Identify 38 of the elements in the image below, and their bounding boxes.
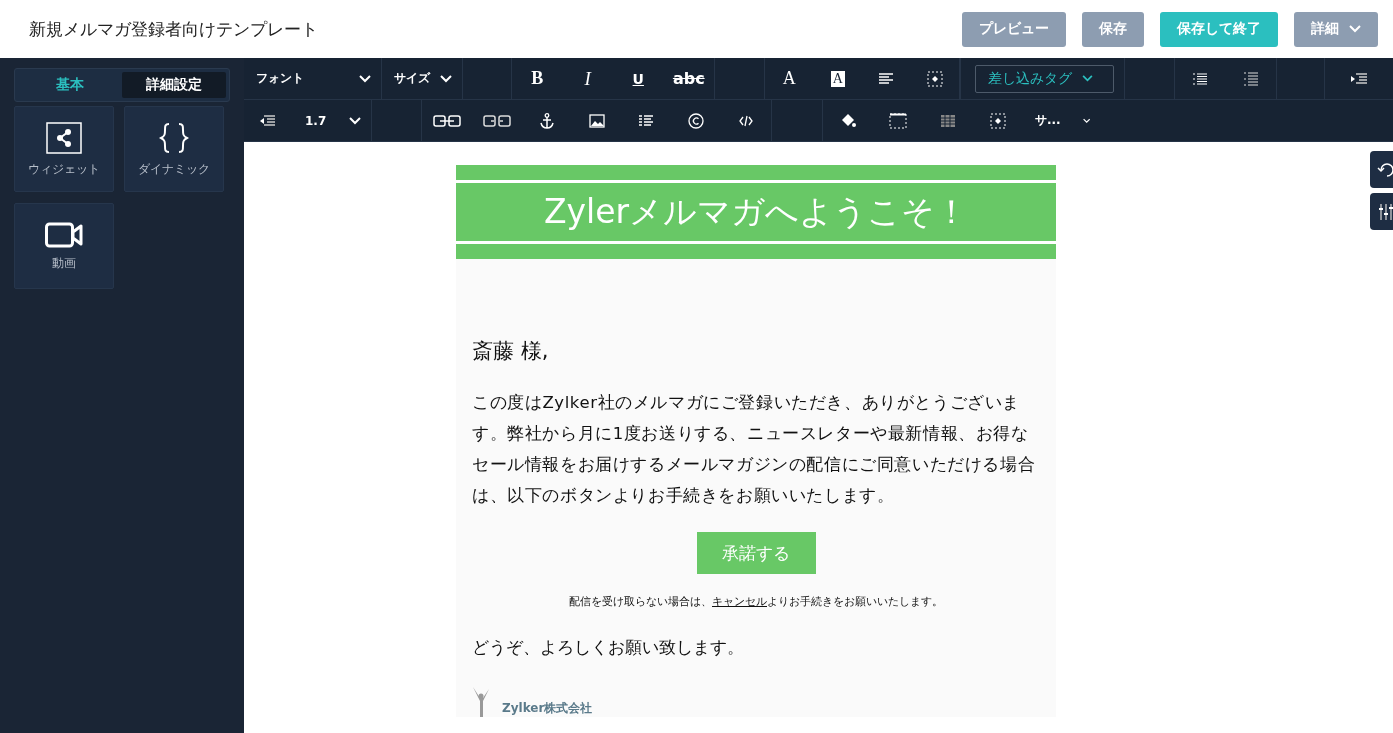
sidebar-tab[interactable]: 詳細設定 xyxy=(122,72,226,98)
greeting: 斎藤 様, xyxy=(472,338,550,365)
font-color-button[interactable]: A xyxy=(765,58,814,99)
banner-title: Zylerメルマガへようこそ！ xyxy=(542,191,970,233)
sliders-icon xyxy=(1378,203,1393,220)
braces-icon xyxy=(159,121,189,154)
sidebar-tab[interactable]: 基本 xyxy=(18,72,122,98)
merge-tag-dropdown[interactable]: 差し込みタグ xyxy=(975,64,1114,93)
underline-button[interactable]: U xyxy=(613,58,664,99)
more-dropdown[interactable]: サ... xyxy=(1023,100,1100,141)
chevron-down-icon xyxy=(349,116,361,125)
chevron-down-icon xyxy=(1082,75,1093,82)
line-height-dropdown[interactable]: 1.7 xyxy=(290,100,372,141)
template-title: 新規メルマガ登録者向けテンプレート xyxy=(29,17,318,41)
company-name: Zylker株式会社 xyxy=(502,700,593,717)
history-icon xyxy=(1376,161,1393,178)
widget-tile[interactable]: 動画 xyxy=(14,203,114,289)
closing-text: どうぞ、よろしくお願い致します。 xyxy=(472,637,745,659)
size-dropdown[interactable]: サイズ xyxy=(382,58,463,99)
chevron-down-icon xyxy=(359,74,371,83)
widget-tile[interactable]: ダイナミック xyxy=(124,106,224,192)
share-icon xyxy=(46,121,82,154)
bold-button[interactable]: B xyxy=(512,58,563,99)
strikethrough-button[interactable]: abc xyxy=(663,58,714,99)
chevron-down-icon xyxy=(1082,116,1090,125)
background-color-button[interactable]: A xyxy=(813,58,862,99)
font-dropdown[interactable]: フォント xyxy=(244,58,382,99)
chevron-down-icon xyxy=(440,74,452,83)
logo-icon xyxy=(472,687,490,717)
chevron-down-icon xyxy=(1349,25,1361,33)
italic-button[interactable]: I xyxy=(562,58,613,99)
history-button[interactable] xyxy=(1370,151,1393,188)
settings-sliders-button[interactable] xyxy=(1370,193,1393,230)
cancel-note: 配信を受け取らない場合は、キャンセルよりお手続きをお願いいたします。 xyxy=(568,594,944,609)
cancel-link[interactable]: キャンセル xyxy=(712,595,767,608)
widget-tile[interactable]: ウィジェット xyxy=(14,106,114,192)
video-camera-icon xyxy=(45,221,83,248)
body-paragraph: この度はZylker社のメルマガにご登録いただき、ありがとうございます。弊社から月に1度お送りする、ニュースレターや最新情報、お得なセール情報をお届けするメールマガジンの配信にご同意いただける場合は、以下のボタンよりお手続きをお願いいたします。 xyxy=(472,392,1037,507)
